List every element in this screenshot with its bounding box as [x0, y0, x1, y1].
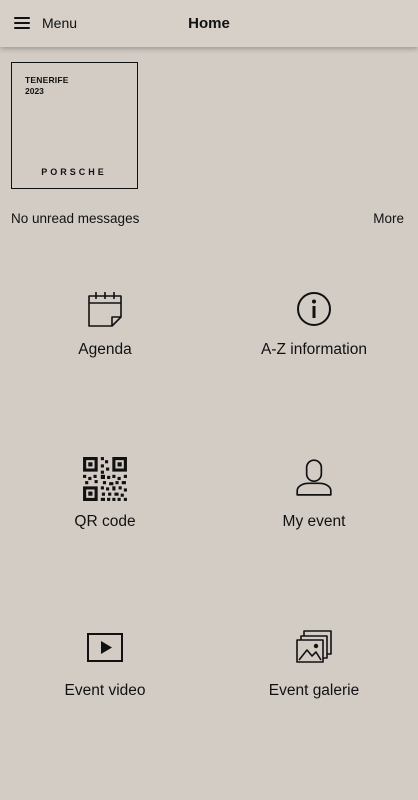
tile-agenda[interactable]: Agenda [10, 289, 200, 409]
event-year: 2023 [25, 86, 44, 96]
tile-label: Agenda [78, 341, 132, 358]
event-logo-card[interactable]: TENERIFE 2023 PORSCHE [11, 62, 138, 189]
unread-messages-status: No unread messages [11, 211, 140, 226]
person-icon [296, 459, 332, 496]
tile-event-video[interactable]: Event video [10, 628, 200, 748]
brand-logo: PORSCHE [41, 167, 107, 177]
qr-code-icon [83, 457, 127, 501]
tile-label: Event galerie [268, 682, 360, 699]
top-app-bar: Menu Home [0, 0, 418, 47]
tile-label: A-Z information [261, 341, 367, 358]
event-name: TENERIFE [25, 75, 69, 85]
tile-event-galerie[interactable]: Event galerie [219, 628, 409, 748]
tile-qr-code[interactable]: QR code [10, 456, 200, 576]
info-icon [297, 292, 331, 326]
calendar-icon [88, 292, 122, 327]
tile-label: My event [282, 513, 346, 530]
page-title: Home [188, 15, 230, 32]
tile-a-z-information[interactable]: A-Z information [219, 289, 409, 409]
more-link[interactable]: More [373, 211, 404, 226]
tile-my-event[interactable]: My event [219, 456, 409, 576]
tile-label: Event video [64, 682, 146, 699]
video-play-icon [87, 633, 123, 662]
gallery-icon [296, 630, 332, 663]
messages-row: No unread messages More [11, 211, 404, 227]
tile-label: QR code [74, 513, 136, 530]
